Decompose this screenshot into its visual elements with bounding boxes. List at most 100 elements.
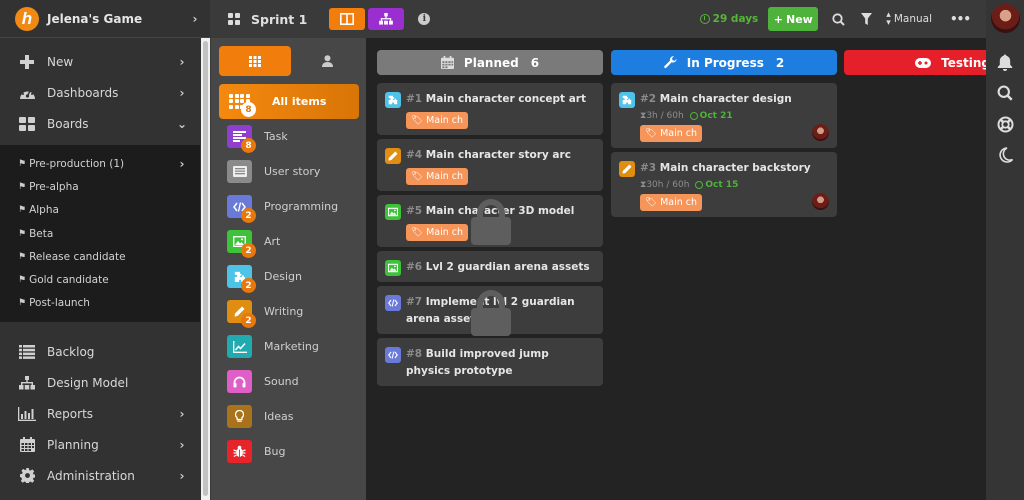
help-button[interactable] <box>995 114 1015 134</box>
filter-type-design[interactable]: Design 2 <box>227 259 366 294</box>
card-tag[interactable]: 🏷︎ Main ch <box>640 125 703 142</box>
card-number: #4 <box>406 149 423 161</box>
card-tag[interactable]: 🏷︎ Main ch <box>640 194 703 211</box>
sidebar-item-administration[interactable]: Administration › <box>0 460 200 491</box>
chevron-right-icon: › <box>179 406 185 421</box>
filter-type-user-story[interactable]: User story <box>227 154 366 189</box>
card-tag[interactable]: 🏷︎ Main ch <box>406 112 469 129</box>
my-items-tab[interactable] <box>291 46 363 76</box>
milestone-item[interactable]: ⚑ Pre-alpha <box>0 175 200 198</box>
sidebar-item-design-model[interactable]: Design Model <box>0 367 200 398</box>
column-header[interactable]: Planned 6 <box>377 50 603 75</box>
grid-icon <box>249 55 261 67</box>
item-type-list: Task 8 User story Programming 2 Art 2 Design 2 Wr… <box>211 119 366 469</box>
flag-icon: ⚑ <box>18 275 27 286</box>
board-view-button[interactable] <box>329 8 366 30</box>
milestone-item[interactable]: ⚑ Gold candidate <box>0 268 200 291</box>
filter-type-programming[interactable]: Programming 2 <box>227 189 366 224</box>
user-avatar[interactable] <box>991 4 1020 33</box>
filter-type-marketing[interactable]: Marketing <box>227 329 366 364</box>
sort-dropdown[interactable]: ▴ ▾ Manual <box>886 11 932 28</box>
tag-icon: 🏷︎ <box>411 227 424 238</box>
filter-type-writing[interactable]: Writing 2 <box>227 294 366 329</box>
time-estimate: 30h / 60h <box>646 180 690 190</box>
sidebar-item-reports[interactable]: Reports › <box>0 398 200 429</box>
sidebar-item-label: Reports <box>47 406 94 421</box>
filter-all-items[interactable]: All items 8 <box>219 84 359 119</box>
card-title: #1 Main character concept art <box>406 91 586 108</box>
info-icon[interactable]: i <box>418 13 431 25</box>
chevron-right-icon: › <box>179 85 185 100</box>
more-options-button[interactable]: ••• <box>950 12 971 26</box>
sidebar-scrollbar[interactable] <box>201 38 210 500</box>
filter-label: User story <box>264 165 321 178</box>
card-title: #4 Main character story arc <box>406 147 571 164</box>
global-search-button[interactable] <box>995 83 1015 103</box>
kanban-board: Planned 6 #1 Main character concept art 🏷︎ M… <box>366 38 986 500</box>
filter-type-art[interactable]: Art 2 <box>227 224 366 259</box>
filter-button[interactable] <box>861 13 873 25</box>
milestone-item[interactable]: ⚑ Post-launch <box>0 292 200 315</box>
sidebar-item-planning[interactable]: Planning › <box>0 429 200 460</box>
project-header[interactable]: h Jelena's Game › <box>0 0 210 38</box>
tag-label: Main ch <box>660 197 698 208</box>
board-card[interactable]: #7 Implement lvl 2 guardian arena assets <box>377 286 603 336</box>
column-header[interactable]: In Progress 2 <box>611 50 837 75</box>
milestone-item[interactable]: ⚑ Pre-production (1) › <box>0 152 200 175</box>
search-icon <box>997 85 1013 101</box>
card-number: #7 <box>406 296 423 308</box>
milestone-item[interactable]: ⚑ Release candidate <box>0 245 200 268</box>
filter-type-sound[interactable]: Sound <box>227 364 366 399</box>
filter-type-bug[interactable]: Bug <box>227 434 366 469</box>
scrollbar-thumb[interactable] <box>203 41 208 496</box>
sidebar-item-backlog[interactable]: Backlog <box>0 336 200 367</box>
filter-type-ideas[interactable]: Ideas <box>227 399 366 434</box>
milestone-item[interactable]: ⚑ Beta <box>0 222 200 245</box>
column-name: In Progress <box>686 55 764 70</box>
sidebar-item-boards[interactable]: Boards ⌄ <box>0 108 200 139</box>
sidebar-item-new[interactable]: New › <box>0 46 200 77</box>
board-column-testing: Testing <box>844 50 986 75</box>
search-button[interactable] <box>832 12 846 26</box>
milestone-item[interactable]: ⚑ Alpha <box>0 199 200 222</box>
clock-icon <box>695 181 704 189</box>
code-icon <box>385 295 401 311</box>
card-tag[interactable]: 🏷︎ Main ch <box>406 224 469 241</box>
app-logo-icon: h <box>15 6 39 31</box>
all-items-tab[interactable] <box>219 46 291 76</box>
sidebar-item-dashboards[interactable]: Dashboards › <box>0 77 200 108</box>
board-column-planned: Planned 6 #1 Main character concept art 🏷︎ M… <box>377 50 603 386</box>
tag-icon: 🏷︎ <box>411 115 424 126</box>
board-card[interactable]: #4 Main character story arc 🏷︎ Main ch <box>377 139 603 191</box>
card-tag[interactable]: 🏷︎ Main ch <box>406 168 469 185</box>
sidebar-item-label: Administration <box>47 468 135 483</box>
assignee-avatar[interactable] <box>812 193 829 210</box>
plus-icon <box>18 53 36 71</box>
count-badge: 8 <box>241 102 256 117</box>
filter-type-task[interactable]: Task 8 <box>227 119 366 154</box>
sidebar-item-label: Backlog <box>47 344 95 359</box>
notifications-button[interactable] <box>995 52 1015 72</box>
board-card[interactable]: #1 Main character concept art 🏷︎ Main ch <box>377 83 603 135</box>
board-card[interactable]: #6 Lvl 2 guardian arena assets <box>377 251 603 282</box>
board-card[interactable]: #2 Main character design ⧗3h / 60h Oct 21 🏷… <box>611 83 837 148</box>
puzzle-icon <box>619 92 635 108</box>
card-title: #2 Main character design <box>640 91 792 108</box>
sitemap-icon <box>379 13 394 25</box>
bug-icon <box>227 440 252 463</box>
time-estimate: 3h / 60h <box>646 111 684 121</box>
life-ring-icon <box>997 116 1013 132</box>
new-label: New <box>785 12 813 26</box>
hierarchy-view-button[interactable] <box>368 8 405 30</box>
assignee-avatar[interactable] <box>812 124 829 141</box>
card-title: #5 Main character 3D model <box>406 203 574 220</box>
board-card[interactable]: #5 Main character 3D model 🏷︎ Main ch <box>377 195 603 247</box>
card-title-text: Main character 3D model <box>425 205 575 217</box>
board-card[interactable]: #8 Build improved jump physics prototype <box>377 338 603 386</box>
new-item-button[interactable]: + New <box>768 7 819 31</box>
board-card[interactable]: #3 Main character backstory ⧗30h / 60h Oct… <box>611 152 837 217</box>
user-icon <box>321 55 333 67</box>
card-title: #8 Build improved jump physics prototype <box>406 346 595 380</box>
column-header[interactable]: Testing <box>844 50 986 75</box>
dark-mode-toggle[interactable] <box>995 145 1015 165</box>
